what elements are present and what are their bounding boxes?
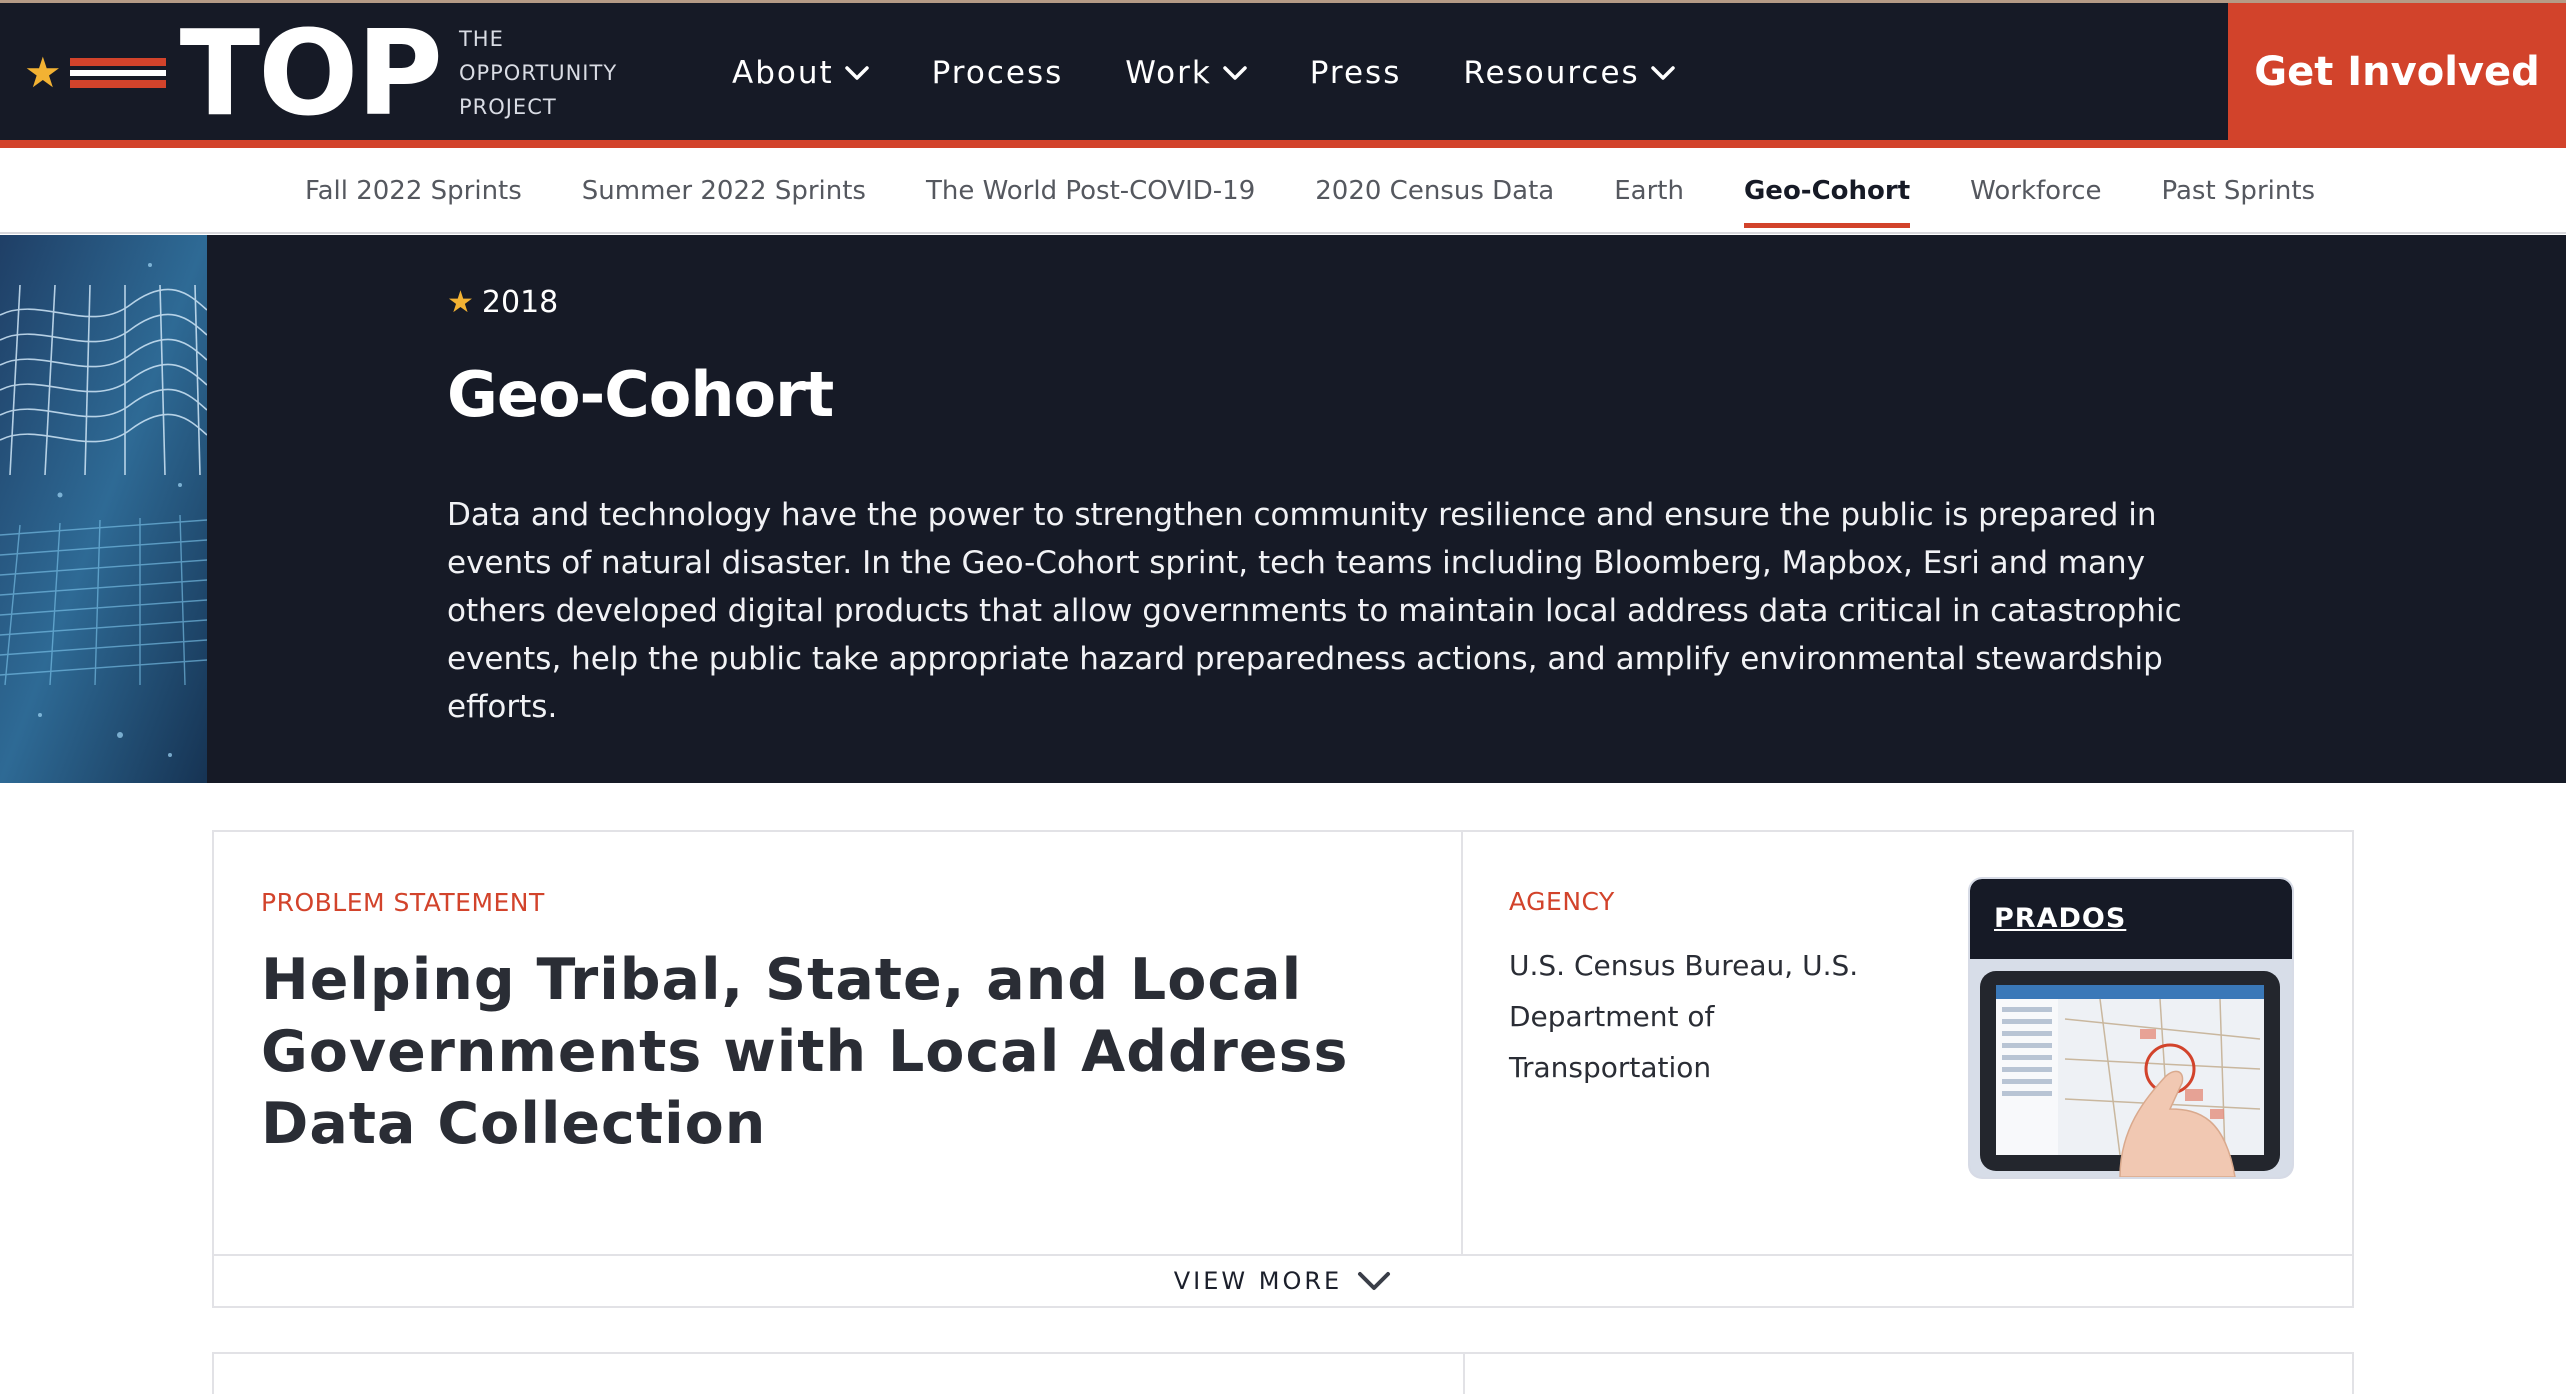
subnav-item-summer-2022[interactable]: Summer 2022 Sprints xyxy=(582,148,866,234)
logo-wordmark: TOP xyxy=(179,4,443,142)
problem-statement-card: PROBLEM STATEMENT Helping Tribal, State,… xyxy=(212,830,2354,1308)
nav-item-label: Work xyxy=(1125,55,1212,91)
nav-item-about[interactable]: About xyxy=(732,55,870,91)
logo-sub-line: PROJECT xyxy=(458,95,557,119)
header-accent-bar xyxy=(0,140,2566,148)
logo-sub-line: OPPORTUNITY xyxy=(458,61,618,85)
problem-statement-title: Helping Tribal, State, and Local Governm… xyxy=(261,947,1349,1157)
subnav-item-past-sprints[interactable]: Past Sprints xyxy=(2161,148,2315,234)
problem-statement-label: PROBLEM STATEMENT xyxy=(261,888,545,917)
subnav-item-workforce[interactable]: Workforce xyxy=(1970,148,2101,234)
nav-item-label: Process xyxy=(931,55,1064,91)
sprint-year-label: 2018 xyxy=(481,285,559,320)
next-problem-card xyxy=(212,1352,2354,1394)
nav-item-resources[interactable]: Resources xyxy=(1463,55,1675,91)
flag-stripes-icon xyxy=(69,58,166,88)
nav-item-work[interactable]: Work xyxy=(1125,55,1248,91)
top-logo[interactable]: ★ TOP THE OPPORTUNITY PROJECT xyxy=(24,14,644,132)
hero-content: ★ 2018 Geo-Cohort Data and technology ha… xyxy=(447,285,2217,731)
subnav-item-earth[interactable]: Earth xyxy=(1614,148,1684,234)
logo-sub-line: THE xyxy=(458,27,504,51)
nav-item-label: Press xyxy=(1309,55,1402,91)
chevron-down-icon xyxy=(1223,66,1247,80)
view-more-button[interactable]: VIEW MORE xyxy=(214,1254,2352,1306)
nav-item-label: About xyxy=(732,55,834,91)
hero-description: Data and technology have the power to st… xyxy=(447,497,2182,725)
nav-item-process[interactable]: Process xyxy=(932,55,1064,91)
star-icon: ★ xyxy=(447,285,474,320)
nav-item-press[interactable]: Press xyxy=(1310,55,1402,91)
product-card-header: PRADOS xyxy=(1970,879,2292,959)
main-nav: About Process Work Press Resources xyxy=(732,40,1738,106)
hero-section: ★ 2018 Geo-Cohort Data and technology ha… xyxy=(0,235,2566,783)
problem-statement-panel: PROBLEM STATEMENT Helping Tribal, State,… xyxy=(214,832,1463,1254)
sprint-subnav: Fall 2022 Sprints Summer 2022 Sprints Th… xyxy=(0,148,2566,234)
nav-item-label: Resources xyxy=(1463,55,1640,91)
chevron-down-icon xyxy=(1650,66,1675,80)
site-header: ★ TOP THE OPPORTUNITY PROJECT About Proc… xyxy=(0,0,2566,148)
hero-wireframe-image xyxy=(0,235,207,783)
subnav-item-fall-2022[interactable]: Fall 2022 Sprints xyxy=(305,148,522,234)
subnav-item-world-post-covid[interactable]: The World Post-COVID-19 xyxy=(926,148,1255,234)
get-involved-button[interactable]: Get Involved xyxy=(2228,3,2566,140)
chevron-down-icon xyxy=(844,66,869,80)
star-icon: ★ xyxy=(24,48,62,97)
agency-label: AGENCY xyxy=(1509,887,1615,916)
product-name-link[interactable]: PRADOS xyxy=(1994,903,2126,934)
tablet-map-image xyxy=(1970,959,2292,1177)
page-title: Geo-Cohort xyxy=(447,358,834,431)
view-more-label: VIEW MORE xyxy=(1173,1267,1343,1295)
subnav-item-2020-census[interactable]: 2020 Census Data xyxy=(1315,148,1554,234)
agency-text: U.S. Census Bureau, U.S. Department of T… xyxy=(1509,949,1859,1084)
logo-subtitle: THE OPPORTUNITY PROJECT xyxy=(459,22,617,124)
subnav-item-geo-cohort[interactable]: Geo-Cohort xyxy=(1743,148,1911,234)
chevron-down-icon xyxy=(1358,1272,1391,1290)
card-divider xyxy=(1463,1354,1465,1394)
product-card-prados[interactable]: PRADOS xyxy=(1970,879,2292,1177)
sprint-year: ★ 2018 xyxy=(447,285,2217,320)
